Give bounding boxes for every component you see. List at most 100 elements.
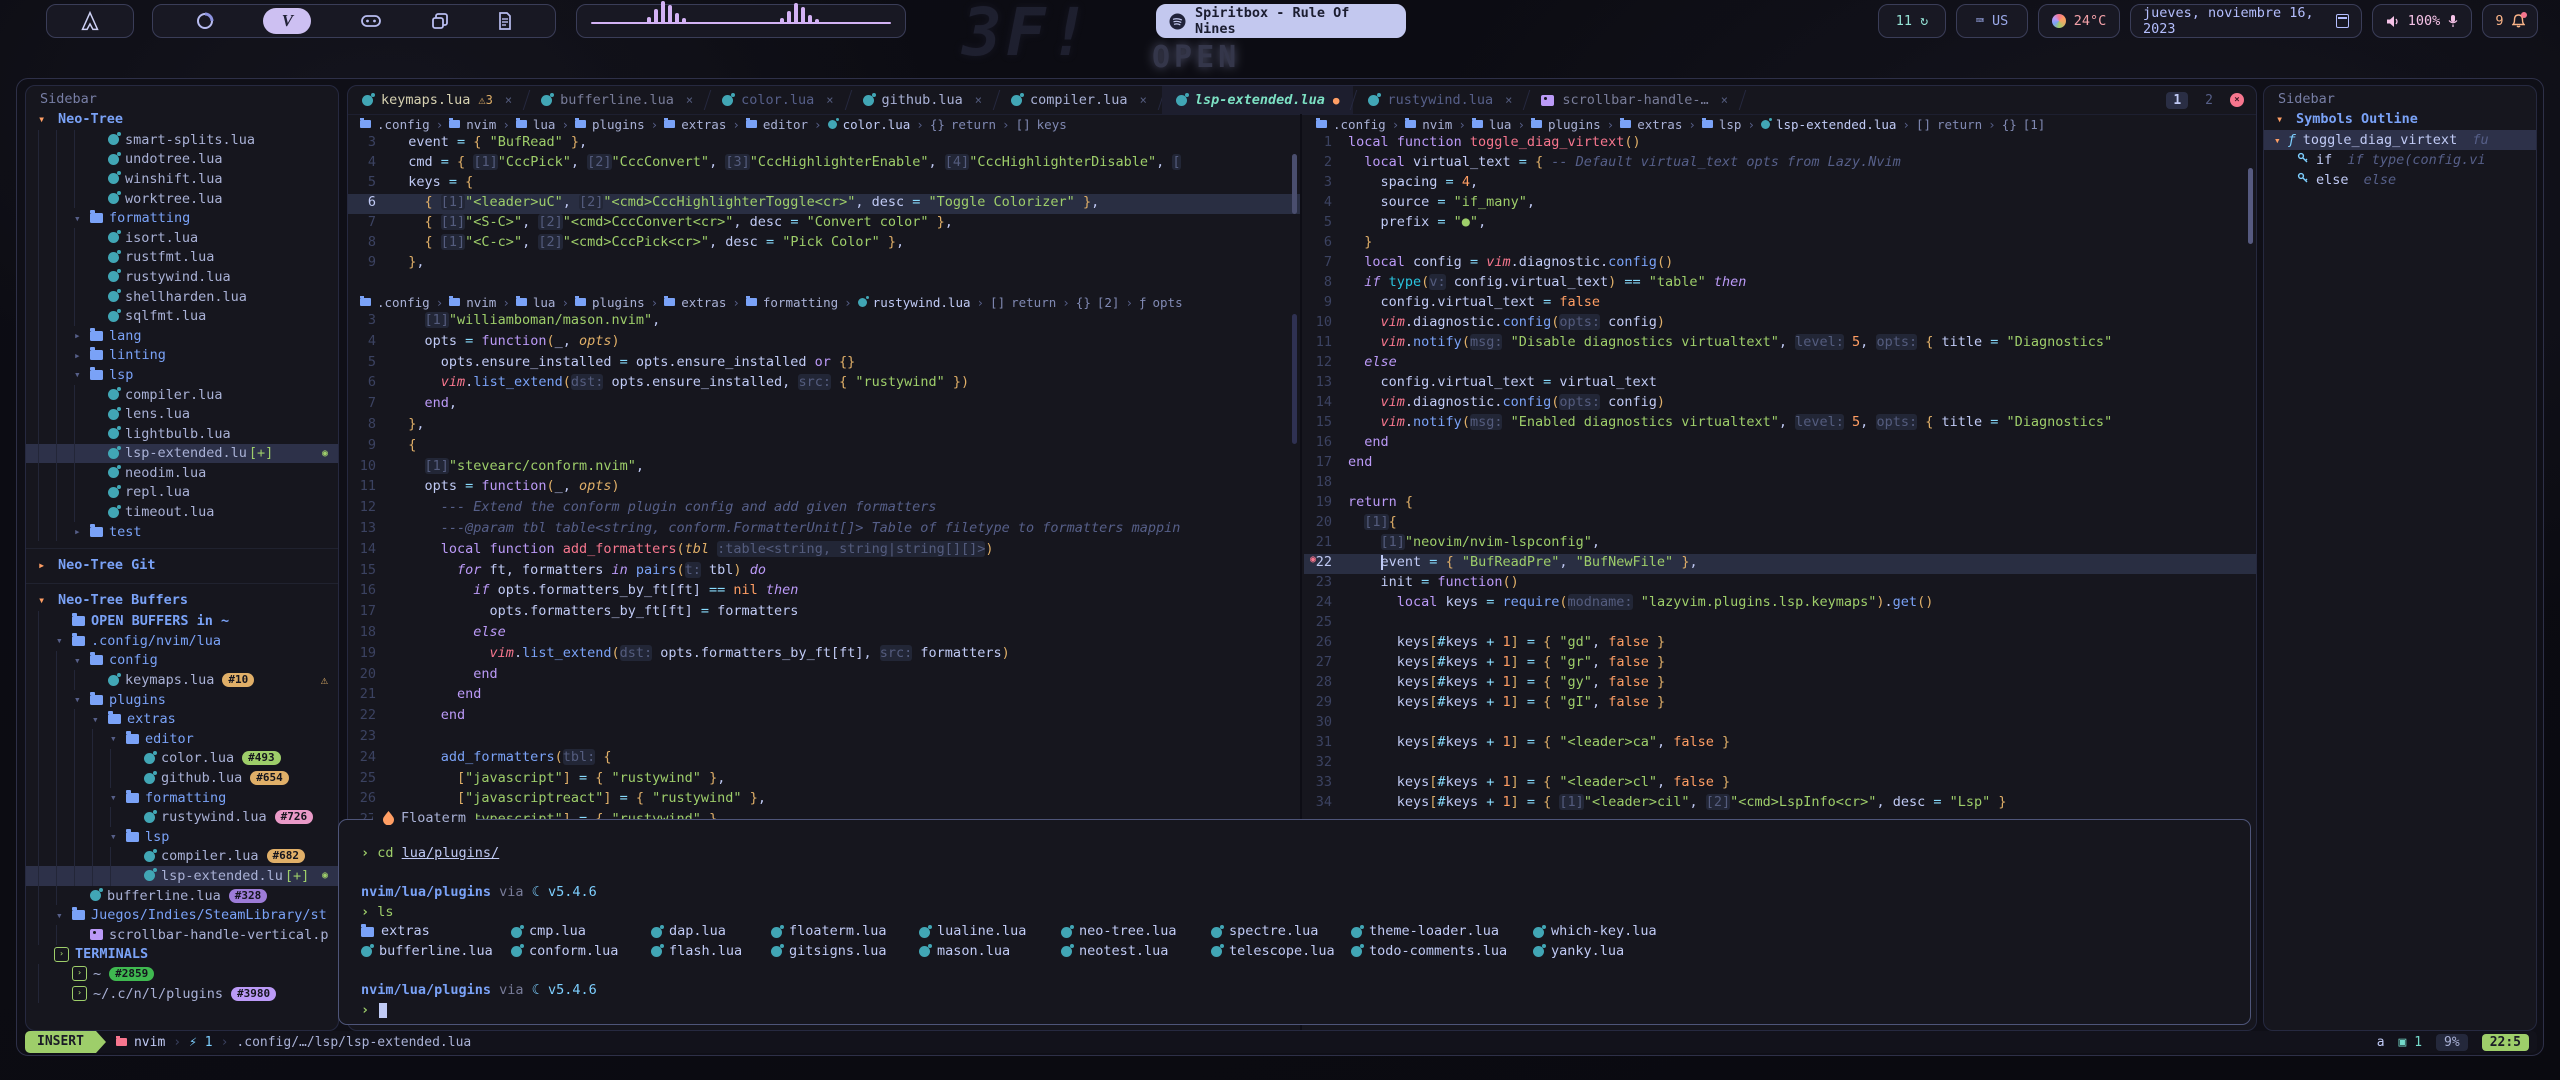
tree-item[interactable]: lens.lua bbox=[26, 404, 338, 424]
breadcrumb-item[interactable]: lsp bbox=[1719, 117, 1742, 132]
code-line[interactable]: 31 keys[#keys + 1] = { "<leader>ca", fal… bbox=[1304, 734, 2257, 754]
tree-item[interactable]: ▾Juegos/Indies/SteamLibrary/st bbox=[26, 905, 338, 925]
code-line[interactable]: 21 end bbox=[348, 686, 1300, 707]
code-line[interactable]: 17end bbox=[1304, 454, 2257, 474]
code-line[interactable]: 22◉ event = { "BufReadPre", "BufNewFile"… bbox=[1304, 554, 2257, 574]
launcher-button[interactable] bbox=[46, 4, 134, 38]
breadcrumb-item[interactable]: return bbox=[951, 117, 996, 132]
code-line[interactable]: 14 vim.diagnostic.config(opts: config) bbox=[1304, 394, 2257, 414]
tree-item[interactable]: rustywind.lua#726 bbox=[26, 807, 338, 827]
breadcrumb-item[interactable]: return bbox=[1937, 117, 1982, 132]
tree-item[interactable]: ▾formatting bbox=[26, 208, 338, 228]
tree-item[interactable]: ▾formatting bbox=[26, 788, 338, 808]
code-line[interactable]: 5 prefix = "●", bbox=[1304, 214, 2257, 234]
code-line[interactable]: 10 [1]"stevearc/conform.nvim", bbox=[348, 458, 1300, 479]
breadcrumb-item[interactable]: nvim bbox=[1422, 117, 1452, 132]
code-line[interactable]: 25 bbox=[1304, 614, 2257, 634]
tab-keymaps-lua[interactable]: keymaps.lua⚠3× bbox=[348, 86, 526, 114]
breadcrumb-item[interactable]: extras bbox=[681, 295, 726, 310]
tree-item[interactable]: winshift.lua bbox=[26, 169, 338, 189]
tree-item[interactable]: repl.lua bbox=[26, 483, 338, 503]
code-line[interactable]: 20 [1]{ bbox=[1304, 514, 2257, 534]
tab-page-2[interactable]: 2 bbox=[2198, 92, 2220, 109]
close-tab-icon[interactable]: × bbox=[826, 93, 833, 107]
breadcrumb-item[interactable]: nvim bbox=[466, 295, 496, 310]
workspace-games-icon[interactable] bbox=[361, 14, 381, 28]
breadcrumb-item[interactable]: extras bbox=[681, 117, 726, 132]
code-line[interactable]: 34 keys[#keys + 1] = { [1]"<leader>cil",… bbox=[1304, 794, 2257, 814]
code-line[interactable]: 14 local function add_formatters(tbl :ta… bbox=[348, 541, 1300, 562]
tree-item[interactable]: scrollbar-handle-vertical.p bbox=[26, 925, 338, 945]
outline-item-else[interactable]: else else bbox=[2264, 170, 2536, 190]
code-line[interactable]: 10 vim.diagnostic.config(opts: config) bbox=[1304, 314, 2257, 334]
code-line[interactable]: 29 keys[#keys + 1] = { "gI", false } bbox=[1304, 694, 2257, 714]
code-line[interactable]: 24 add_formatters(tbl: { bbox=[348, 749, 1300, 770]
workspace-windows-icon[interactable] bbox=[431, 12, 449, 30]
code-line[interactable]: 6 vim.list_extend(dst: opts.ensure_insta… bbox=[348, 374, 1300, 395]
pane3-scrollbar[interactable] bbox=[2248, 168, 2253, 244]
code-line[interactable]: 1local function toggle_diag_virtext() bbox=[1304, 134, 2257, 154]
code-line[interactable]: 3 spacing = 4, bbox=[1304, 174, 2257, 194]
code-line[interactable]: 5 keys = { bbox=[348, 174, 1300, 194]
code-line[interactable]: 12 else bbox=[1304, 354, 2257, 374]
tree-item[interactable]: ▸linting bbox=[26, 346, 338, 366]
tab-lsp-extended-lua[interactable]: lsp-extended.lua● bbox=[1162, 86, 1354, 114]
code-line[interactable]: 9 { bbox=[348, 437, 1300, 458]
breadcrumb-item[interactable]: .config bbox=[377, 117, 430, 132]
code-line[interactable]: 9 }, bbox=[348, 254, 1300, 274]
tree-item[interactable]: smart-splits.lua bbox=[26, 130, 338, 150]
breadcrumb-item[interactable]: [2] bbox=[1097, 295, 1120, 310]
updates-widget[interactable]: 11 ↻ bbox=[1878, 4, 1946, 38]
breadcrumb-item[interactable]: lua bbox=[1489, 117, 1512, 132]
neotree-section-neo-tree-git[interactable]: ▸Neo-Tree Git bbox=[26, 554, 338, 576]
tree-item[interactable]: compiler.lua#682 bbox=[26, 847, 338, 867]
tab-compiler-lua[interactable]: compiler.lua× bbox=[997, 86, 1161, 114]
tab-scrollbar-handle-[interactable]: scrollbar-handle-…× bbox=[1527, 86, 1742, 114]
tree-item[interactable]: undotree.lua bbox=[26, 150, 338, 170]
breadcrumb-item[interactable]: lsp-extended.lua bbox=[1776, 117, 1896, 132]
code-line[interactable]: 19 vim.list_extend(dst: opts.formatters_… bbox=[348, 645, 1300, 666]
clock-widget[interactable]: jueves, noviembre 16, 2023 bbox=[2130, 4, 2362, 38]
notifications-widget[interactable]: 9 bbox=[2482, 4, 2538, 38]
neotree-section-neo-tree-buffers[interactable]: ▾Neo-Tree Buffers bbox=[26, 589, 338, 611]
code-line[interactable]: 15 for ft, formatters in pairs(t: tbl) d… bbox=[348, 562, 1300, 583]
tree-item[interactable]: rustfmt.lua bbox=[26, 248, 338, 268]
code-line[interactable]: 30 bbox=[1304, 714, 2257, 734]
code-line[interactable]: 18 else bbox=[348, 624, 1300, 645]
tree-item[interactable]: sqlfmt.lua bbox=[26, 306, 338, 326]
code-line[interactable]: 27 keys[#keys + 1] = { "gr", false } bbox=[1304, 654, 2257, 674]
code-line[interactable]: 11 opts = function(_, opts) bbox=[348, 478, 1300, 499]
breadcrumb-item[interactable]: opts bbox=[1153, 295, 1183, 310]
code-line[interactable]: 18 bbox=[1304, 474, 2257, 494]
tree-item[interactable]: ▸lang bbox=[26, 326, 338, 346]
tree-item[interactable]: ▾.config/nvim/lua bbox=[26, 631, 338, 651]
breadcrumb-item[interactable]: extras bbox=[1637, 117, 1682, 132]
tree-item[interactable]: color.lua#493 bbox=[26, 749, 338, 769]
code-line[interactable]: 7 end, bbox=[348, 395, 1300, 416]
pane2-scrollbar[interactable] bbox=[1292, 314, 1297, 444]
tree-item[interactable]: neodim.lua bbox=[26, 463, 338, 483]
neotree-section-neo-tree[interactable]: ▾Neo-Tree bbox=[26, 108, 338, 130]
outline-item-toggle_diag_virtext[interactable]: ▾ƒtoggle_diag_virtext fu bbox=[2264, 130, 2536, 150]
code-line[interactable]: 4 opts = function(_, opts) bbox=[348, 333, 1300, 354]
weather-widget[interactable]: 24°C bbox=[2038, 4, 2120, 38]
code-line[interactable]: 8 { [1]"<C-c>", [2]"<cmd>CccPick<cr>", d… bbox=[348, 234, 1300, 254]
code-line[interactable]: 8 }, bbox=[348, 416, 1300, 437]
tree-item[interactable]: keymaps.lua#10⚠ bbox=[26, 670, 338, 690]
pane1-scrollbar[interactable] bbox=[1292, 154, 1297, 214]
breadcrumb-item[interactable]: formatting bbox=[763, 295, 838, 310]
code-line[interactable]: 20 end bbox=[348, 666, 1300, 687]
breadcrumb-item[interactable]: editor bbox=[763, 117, 808, 132]
workspace-vim-active[interactable]: V bbox=[263, 8, 311, 34]
keyboard-layout-widget[interactable]: ⌨ US bbox=[1956, 4, 2028, 38]
code-line[interactable]: 33 keys[#keys + 1] = { "<leader>cl", fal… bbox=[1304, 774, 2257, 794]
breadcrumb-item[interactable]: color.lua bbox=[843, 117, 911, 132]
tree-item[interactable]: ▾editor bbox=[26, 729, 338, 749]
breadcrumb-item[interactable]: .config bbox=[1333, 117, 1386, 132]
workspace-documents-icon[interactable] bbox=[498, 12, 512, 30]
code-line[interactable]: 22 end bbox=[348, 707, 1300, 728]
tree-item[interactable]: ›TERMINALS bbox=[26, 945, 338, 965]
breadcrumb-item[interactable]: plugins bbox=[592, 295, 645, 310]
breadcrumb-item[interactable]: .config bbox=[377, 295, 430, 310]
close-tab-icon[interactable]: × bbox=[505, 93, 512, 107]
